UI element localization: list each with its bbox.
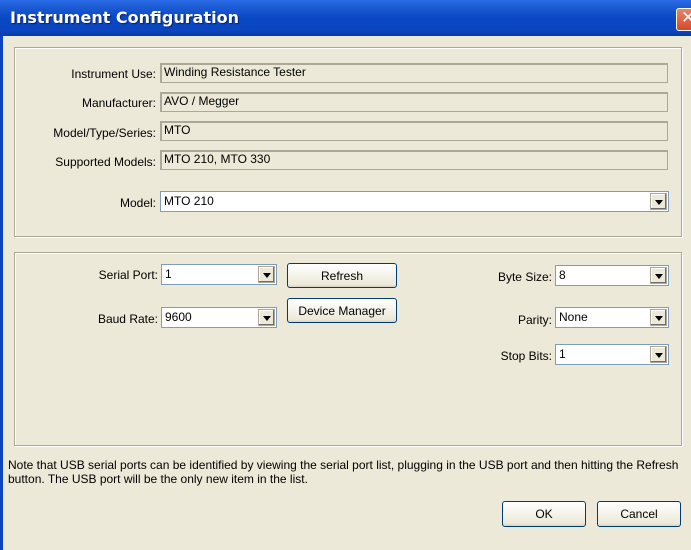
ok-button[interactable]: OK	[502, 501, 586, 527]
manufacturer-label: Manufacturer:	[81, 96, 156, 110]
baud-rate-label: Baud Rate:	[97, 312, 158, 326]
supported-models-field: MTO 210, MTO 330	[160, 150, 668, 170]
chevron-down-icon[interactable]	[650, 267, 667, 284]
cancel-button-label: Cancel	[620, 507, 658, 521]
serial-port-value: 1	[165, 267, 172, 281]
manufacturer-field: AVO / Megger	[160, 92, 668, 112]
baud-rate-select[interactable]: 9600	[161, 307, 277, 328]
model-select[interactable]: MTO 210	[160, 191, 669, 212]
baud-rate-value: 9600	[165, 310, 192, 324]
serial-port-select[interactable]: 1	[161, 264, 277, 285]
instrument-configuration-dialog: Instrument Configuration ✕ Instrument Us…	[0, 0, 691, 550]
model-type-series-label: Model/Type/Series:	[53, 126, 156, 140]
usb-note-text: Note that USB serial ports can be identi…	[8, 458, 679, 486]
stop-bits-label: Stop Bits:	[500, 349, 552, 363]
refresh-button[interactable]: Refresh	[287, 263, 397, 288]
chevron-down-icon[interactable]	[650, 193, 667, 210]
window-frame	[0, 36, 3, 550]
device-manager-button-label: Device Manager	[298, 304, 386, 318]
ok-button-label: OK	[535, 507, 553, 521]
serial-port-label: Serial Port:	[98, 268, 158, 282]
chevron-down-icon[interactable]	[258, 309, 275, 326]
model-label: Model:	[119, 196, 156, 210]
close-button[interactable]: ✕	[676, 8, 691, 31]
parity-label: Parity:	[517, 313, 552, 327]
instrument-use-field: Winding Resistance Tester	[160, 63, 668, 83]
close-icon: ✕	[681, 8, 691, 28]
title-bar[interactable]: Instrument Configuration ✕	[0, 0, 691, 36]
byte-size-value: 8	[559, 268, 566, 282]
chevron-down-icon[interactable]	[258, 266, 275, 283]
window-title: Instrument Configuration	[10, 8, 239, 27]
supported-models-label: Supported Models:	[55, 155, 156, 169]
instrument-use-label: Instrument Use:	[71, 67, 156, 81]
byte-size-label: Byte Size:	[497, 270, 552, 284]
parity-select[interactable]: None	[555, 307, 669, 328]
cancel-button[interactable]: Cancel	[597, 501, 681, 527]
refresh-button-label: Refresh	[320, 269, 364, 283]
model-select-value: MTO 210	[164, 194, 214, 208]
model-type-series-field: MTO	[160, 121, 668, 141]
chevron-down-icon[interactable]	[650, 346, 667, 363]
stop-bits-value: 1	[559, 347, 566, 361]
stop-bits-select[interactable]: 1	[555, 344, 669, 365]
device-manager-button[interactable]: Device Manager	[287, 298, 397, 323]
chevron-down-icon[interactable]	[650, 309, 667, 326]
byte-size-select[interactable]: 8	[555, 265, 669, 286]
parity-value: None	[559, 310, 588, 324]
